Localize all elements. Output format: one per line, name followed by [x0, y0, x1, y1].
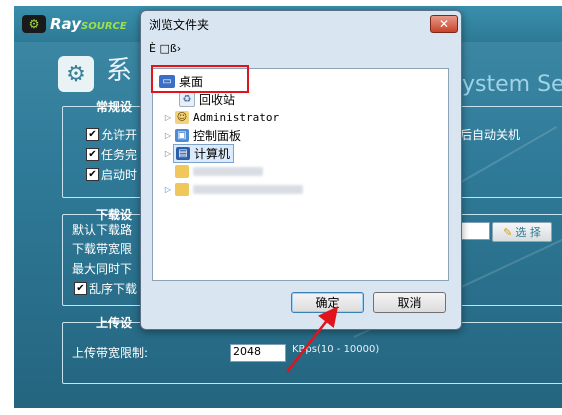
- blurred-label: [193, 166, 263, 176]
- settings-gear-icon: ⚙: [58, 56, 94, 92]
- general-settings-title: 常规设: [96, 100, 133, 114]
- auto-shutdown-label: 后自动关机: [460, 128, 521, 142]
- select-folder-button[interactable]: ✎ 选 择: [492, 222, 552, 242]
- tree-item-blurred-2[interactable]: ▷: [163, 181, 303, 197]
- background-window-edge: [0, 40, 14, 100]
- ok-button[interactable]: 确定: [291, 292, 364, 313]
- shuffle-download-checkbox[interactable]: ✔: [74, 282, 87, 295]
- allow-checkbox[interactable]: ✔: [86, 128, 99, 141]
- tree-item-label: Administrator: [193, 110, 280, 124]
- upload-bandwidth-label: 上传带宽限制:: [72, 346, 149, 360]
- upload-settings-title: 上传设: [96, 316, 133, 330]
- logo-text: RaySOURCE: [50, 15, 127, 33]
- tree-item-control-panel[interactable]: ▷ ▣ 控制面板: [163, 127, 241, 143]
- logo-icon: ⚙: [22, 15, 46, 33]
- tree-item-blurred-1[interactable]: [163, 163, 263, 179]
- startup-label: 启动时: [101, 168, 138, 182]
- tree-item-label: 回收站: [199, 92, 236, 107]
- task-complete-checkbox[interactable]: ✔: [86, 148, 99, 161]
- highlight-annotation-box: [151, 65, 249, 93]
- folder-icon: [175, 182, 189, 196]
- folder-icon: ✎: [503, 225, 513, 239]
- tree-item-recycle-bin[interactable]: ♻ 回收站: [177, 91, 235, 107]
- folder-icon: [175, 164, 189, 178]
- browse-folder-dialog: 浏览文件夹 ✕ È □ß› ▭ 桌面 ♻ 回收站 ▷ ☺ Administrat…: [140, 10, 462, 330]
- tree-item-label: 控制面板: [193, 128, 242, 143]
- dialog-titlebar: 浏览文件夹 ✕: [141, 11, 461, 35]
- expand-arrow-icon[interactable]: ▷: [163, 185, 173, 194]
- expand-arrow-icon[interactable]: ▷: [163, 113, 173, 122]
- download-path-input[interactable]: [460, 222, 490, 240]
- logo-name: Ray: [50, 15, 81, 33]
- upload-unit-label: KBps(10 - 10000): [292, 344, 380, 355]
- allow-label: 允许开: [101, 128, 138, 142]
- tree-item-label: 计算机: [194, 146, 231, 161]
- logo-sub: SOURCE: [81, 21, 127, 32]
- cancel-button[interactable]: 取消: [373, 292, 446, 313]
- shuffle-download-label: 乱序下载: [89, 282, 138, 296]
- tree-item-computer[interactable]: ▷ ▤ 计算机: [163, 143, 235, 163]
- dialog-toolbar-text: È □ß›: [149, 42, 182, 55]
- recycle-bin-icon: ♻: [179, 91, 195, 107]
- download-bandwidth-label: 下载带宽限: [72, 242, 133, 256]
- selected-highlight: ▤ 计算机: [173, 143, 235, 163]
- computer-icon: ▤: [176, 146, 190, 160]
- dialog-title: 浏览文件夹: [149, 18, 210, 32]
- upload-bandwidth-input[interactable]: 2048: [230, 344, 286, 362]
- task-complete-label: 任务完: [101, 148, 138, 162]
- user-folder-icon: ☺: [175, 110, 189, 124]
- startup-checkbox[interactable]: ✔: [86, 168, 99, 181]
- expand-arrow-icon[interactable]: ▷: [163, 131, 173, 140]
- page-title: 系: [106, 56, 133, 86]
- page-title-english: ystem Set: [462, 72, 562, 97]
- expand-arrow-icon[interactable]: ▷: [163, 149, 173, 158]
- tree-item-administrator[interactable]: ▷ ☺ Administrator: [163, 109, 279, 125]
- default-path-label: 默认下载路: [72, 223, 133, 237]
- control-panel-icon: ▣: [175, 128, 189, 142]
- blurred-label: [193, 184, 303, 194]
- close-button[interactable]: ✕: [430, 15, 458, 33]
- max-concurrent-label: 最大同时下: [72, 262, 133, 276]
- select-folder-label: 选 择: [515, 226, 541, 239]
- app-logo: ⚙ RaySOURCE: [22, 14, 150, 34]
- folder-tree[interactable]: ▭ 桌面 ♻ 回收站 ▷ ☺ Administrator ▷ ▣ 控制面板 ▷ …: [152, 68, 449, 281]
